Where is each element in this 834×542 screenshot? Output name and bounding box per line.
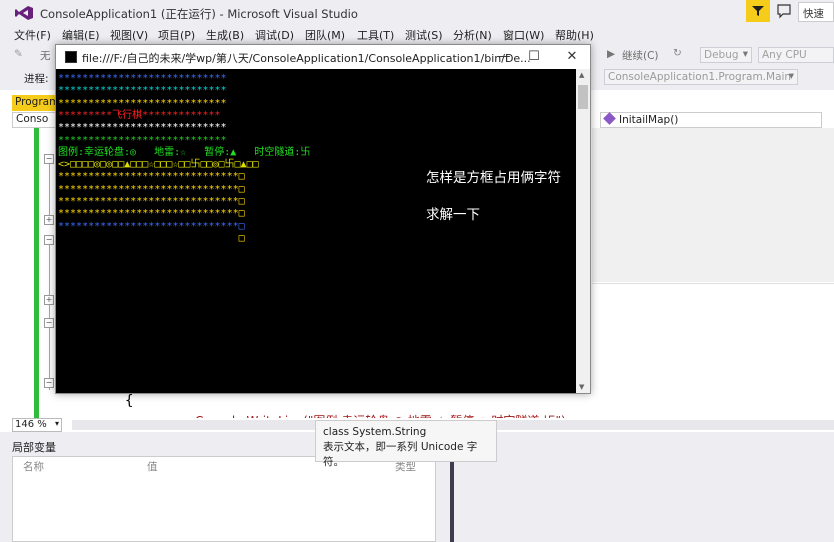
filter-icon [752,6,764,16]
menu-view[interactable]: 视图(V) [110,27,148,43]
menu-team[interactable]: 团队(M) [305,27,345,43]
console-line: ******************************□ [58,183,245,195]
zoom-level-select[interactable]: 146 % ▾ [12,418,62,432]
annotation-request: 求解一下 [426,207,480,223]
quick-launch-placeholder: 快速 [803,8,824,20]
console-line: ******************************□ [58,171,245,183]
feedback-icon[interactable] [776,3,792,19]
configuration-value: Debug [704,49,739,61]
collapse-icon[interactable]: − [44,378,54,388]
maximize-button[interactable]: ☐ [519,48,549,66]
menu-analyze[interactable]: 分析(N) [453,27,492,43]
vs-titlebar: ConsoleApplication1 (正在运行) - Microsoft V… [0,0,834,24]
scroll-thumb[interactable] [578,85,588,109]
menu-file[interactable]: 文件(F) [14,27,51,43]
minimize-button[interactable]: — [489,48,519,66]
code-brace: { [125,393,134,409]
console-vertical-scrollbar[interactable]: ▲ ▼ [576,69,590,393]
scroll-up-icon[interactable]: ▲ [579,71,584,79]
console-title: file:///F:/自己的未来/学wp/第八天/ConsoleApplicat… [82,52,531,65]
tab-program-cs[interactable]: Program [12,95,58,111]
stack-frame-select[interactable]: ConsoleApplication1.Program.Main ▾ [604,69,798,85]
toolbar-left-text: 无 [40,50,51,62]
menu-debug[interactable]: 调试(D) [255,27,294,43]
console-line: <>□□□□◎□◎□□▲□□□☆□□□☆□□卐□□◎□卐□▲□□ [58,159,259,171]
console-line: ******************************□ [58,196,245,207]
stack-frame-value: ConsoleApplication1.Program.Main [608,71,792,83]
solution-configuration-select[interactable]: Debug ▾ [700,47,752,63]
chevron-down-icon: ▾ [54,419,59,428]
console-line: 图例:幸运轮盘:◎ 地雷:☆ 暂停:▲ 时空隧道:卐 [58,146,311,158]
continue-button[interactable]: 继续(C) [622,48,659,63]
column-header-name[interactable]: 名称 [23,459,44,474]
console-line: **************************** [58,97,227,109]
console-line: ******************************□ [58,208,245,220]
menu-test[interactable]: 测试(S) [405,27,443,43]
zoom-value: 146 % [15,419,47,430]
continue-play-icon[interactable]: ▶ [607,48,615,60]
collapse-icon[interactable]: − [44,235,54,245]
outline-line [49,160,50,220]
member-nav-dropdown[interactable]: InitailMap() [600,112,822,128]
menu-help[interactable]: 帮助(H) [555,27,594,43]
column-header-value[interactable]: 值 [147,459,158,474]
toolbar-wrench-icon[interactable]: ✎ [14,48,23,60]
console-line: □ [58,232,245,244]
locals-panel-title: 局部变量 [12,441,56,454]
process-label: 进程: [24,73,49,85]
console-window[interactable]: file:///F:/自己的未来/学wp/第八天/ConsoleApplicat… [55,44,591,394]
menu-edit[interactable]: 编辑(E) [62,27,100,43]
chevron-down-icon: ▾ [788,70,794,82]
menu-build[interactable]: 生成(B) [206,27,244,43]
project-nav-value: Conso [16,113,49,125]
quick-launch-input[interactable]: 快速 [798,2,834,22]
menu-tools[interactable]: 工具(T) [357,27,394,43]
expand-icon[interactable]: + [44,215,54,225]
tooltip-signature: class System.String [323,426,427,438]
restart-icon[interactable]: ↻ [673,47,682,59]
notification-filter-button[interactable] [746,0,770,22]
editor-background-panel [592,128,834,282]
project-nav-dropdown[interactable]: Conso [12,112,56,128]
platform-value: Any CPU [762,49,807,61]
method-icon [603,112,616,125]
console-line: ******************************□ [58,220,245,232]
menu-bar: 文件(F) 编辑(E) 视图(V) 项目(P) 生成(B) 调试(D) 团队(M… [0,24,834,44]
chevron-down-icon: ▾ [742,48,748,60]
menu-project[interactable]: 项目(P) [158,27,195,43]
solution-platform-select[interactable]: Any CPU [758,47,834,63]
console-line: **************************** [58,73,227,84]
close-button[interactable]: ✕ [557,48,587,66]
window-title: ConsoleApplication1 (正在运行) - Microsoft V… [40,7,358,21]
console-line: *********飞行棋************* [58,109,221,121]
menu-window[interactable]: 窗口(W) [503,27,544,43]
quickinfo-tooltip: class System.String 表示文本，即一系列 Unicode 字符… [315,420,497,468]
console-titlebar[interactable]: file:///F:/自己的未来/学wp/第八天/ConsoleApplicat… [56,45,590,69]
console-line: **************************** [58,122,227,134]
scroll-down-icon[interactable]: ▼ [579,383,584,391]
collapse-icon[interactable]: − [44,154,54,164]
member-nav-value: InitailMap() [619,114,679,126]
console-app-icon [65,51,77,63]
console-line: **************************** [58,85,227,97]
visual-studio-logo-icon [15,6,33,20]
code-line-partial: Console.WriteLine("图例:幸运轮盘:◎ 地雷:☆ 暂停:▲ 时… [195,412,595,418]
console-output[interactable]: **************************** ************… [56,69,576,393]
collapse-icon[interactable]: − [44,318,54,328]
change-tracking-margin [34,128,39,418]
call-stack-panel [454,436,834,542]
console-line: **************************** [58,134,227,146]
expand-icon[interactable]: + [44,295,54,305]
divider [592,283,834,284]
annotation-question: 怎样是方框占用俩字符 [426,170,561,186]
tooltip-description: 表示文本，即一系列 Unicode 字符。 [323,441,478,468]
